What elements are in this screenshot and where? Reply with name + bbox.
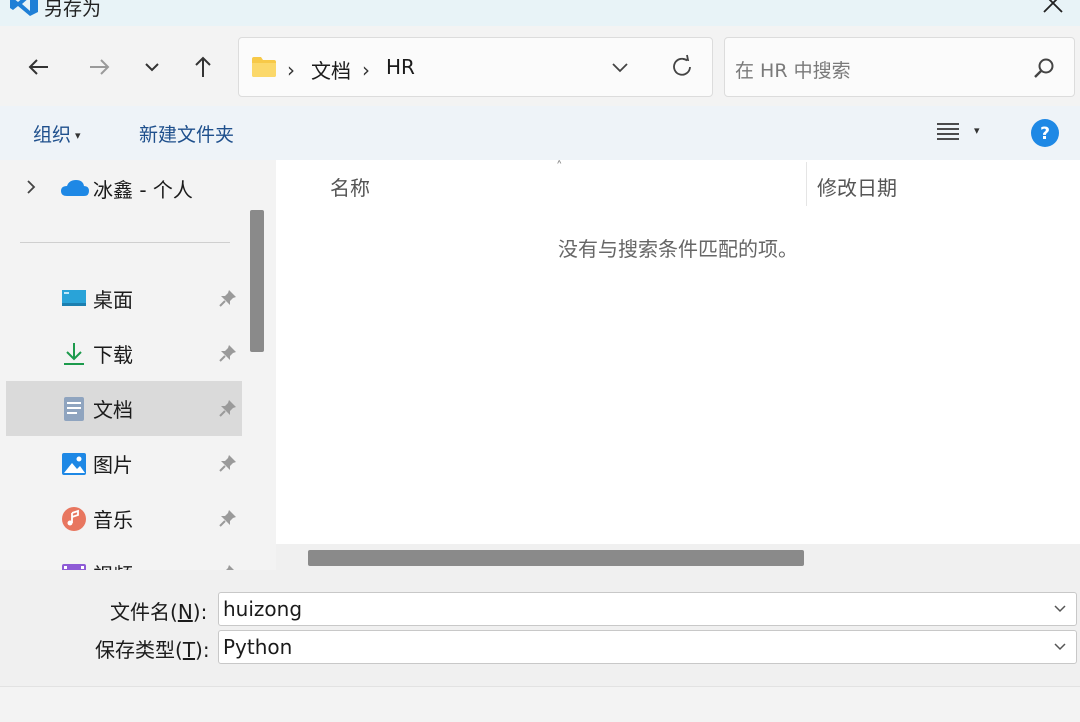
sort-caret-up-icon: ˄ bbox=[556, 160, 563, 175]
pin-icon[interactable] bbox=[218, 453, 238, 473]
pin-icon[interactable] bbox=[218, 343, 238, 363]
arrow-right-icon bbox=[90, 59, 110, 75]
close-icon[interactable] bbox=[1038, 0, 1068, 20]
address-history-chevron-icon[interactable] bbox=[609, 58, 631, 78]
view-options-caret-icon[interactable]: ▾ bbox=[974, 124, 980, 137]
onedrive-cloud-icon bbox=[61, 180, 89, 196]
sidebar-item-label: 文档 bbox=[93, 398, 133, 422]
sidebar-divider bbox=[20, 242, 230, 243]
pin-icon[interactable] bbox=[218, 288, 238, 308]
refresh-icon[interactable] bbox=[669, 54, 695, 80]
address-bar[interactable]: › 文档 › HR bbox=[238, 37, 713, 97]
breadcrumb-separator-icon: › bbox=[287, 58, 295, 82]
file-type-select[interactable]: Python bbox=[218, 630, 1077, 664]
arrow-left-icon bbox=[28, 59, 48, 75]
command-bar: 组织 ▾ 新建文件夹 ▾ ? bbox=[0, 106, 1080, 160]
chevron-right-icon[interactable] bbox=[22, 178, 40, 196]
pictures-icon bbox=[62, 453, 86, 475]
sidebar-item-pictures[interactable]: 图片 bbox=[6, 436, 242, 491]
navigation-pane: 冰鑫 - 个人 桌面 下载 文档 图片 音乐 bbox=[0, 160, 272, 570]
sidebar-item-music[interactable]: 音乐 bbox=[6, 491, 242, 546]
forward-button[interactable] bbox=[85, 53, 113, 81]
breadcrumb-hr[interactable]: HR bbox=[386, 55, 415, 79]
sidebar-item-label: 视频 bbox=[93, 559, 133, 570]
filename-label: 文件名(N): bbox=[110, 596, 207, 625]
svg-text:?: ? bbox=[1040, 124, 1050, 144]
search-input[interactable]: 在 HR 中搜索 bbox=[724, 37, 1075, 97]
file-type-label-suffix: ): bbox=[195, 638, 210, 662]
file-list-pane[interactable]: ˄ 名称 修改日期 没有与搜索条件匹配的项。 bbox=[276, 160, 1080, 570]
column-header-name[interactable]: 名称 bbox=[330, 172, 370, 201]
filename-value: huizong bbox=[223, 597, 303, 621]
vscode-icon bbox=[10, 0, 38, 16]
arrow-up-icon bbox=[195, 56, 211, 77]
organize-label: 组织 bbox=[33, 124, 72, 146]
filename-field[interactable]: huizong bbox=[218, 592, 1077, 626]
new-folder-button[interactable]: 新建文件夹 bbox=[139, 120, 234, 147]
sidebar-item-onedrive[interactable]: 冰鑫 - 个人 bbox=[93, 174, 193, 203]
desktop-icon bbox=[62, 290, 86, 306]
sidebar-item-desktop[interactable]: 桌面 bbox=[6, 271, 242, 326]
horizontal-scrollbar-thumb[interactable] bbox=[308, 550, 804, 566]
search-icon bbox=[1034, 58, 1054, 78]
sidebar-item-label: 桌面 bbox=[93, 288, 133, 312]
pin-icon[interactable] bbox=[218, 563, 238, 570]
filename-access-key: N bbox=[177, 600, 193, 624]
sidebar-item-label: 图片 bbox=[93, 453, 133, 477]
sidebar-scrollbar-thumb[interactable] bbox=[250, 210, 264, 352]
sidebar-item-documents[interactable]: 文档 bbox=[6, 381, 242, 436]
documents-icon bbox=[64, 397, 84, 421]
sidebar-item-videos[interactable]: 视频 bbox=[6, 546, 242, 570]
navigation-row: › 文档 › HR 在 HR 中搜索 bbox=[0, 26, 1080, 106]
sidebar-item-downloads[interactable]: 下载 bbox=[6, 326, 242, 381]
caret-down-icon: ▾ bbox=[75, 129, 81, 142]
view-list-icon[interactable] bbox=[935, 120, 961, 144]
filename-label-suffix: ): bbox=[192, 600, 208, 624]
search-placeholder: 在 HR 中搜索 bbox=[735, 60, 851, 82]
file-type-label: 保存类型(T): bbox=[95, 634, 210, 663]
chevron-down-icon[interactable] bbox=[1052, 601, 1068, 617]
folder-icon bbox=[252, 57, 276, 77]
chevron-down-icon bbox=[145, 63, 159, 72]
pin-icon[interactable] bbox=[218, 398, 238, 418]
music-icon bbox=[62, 507, 86, 531]
organize-menu-button[interactable]: 组织 ▾ bbox=[33, 120, 81, 147]
sidebar-item-label: 音乐 bbox=[93, 508, 133, 532]
breadcrumb-documents[interactable]: 文档 bbox=[311, 55, 351, 84]
filename-label-text: 文件名( bbox=[110, 600, 178, 624]
title-bar: 另存为 bbox=[0, 0, 1080, 26]
up-button[interactable] bbox=[189, 53, 217, 81]
file-type-access-key: T bbox=[182, 638, 196, 662]
download-icon bbox=[64, 343, 84, 365]
column-divider[interactable] bbox=[806, 162, 807, 206]
back-button[interactable] bbox=[25, 53, 53, 81]
file-type-label-text: 保存类型( bbox=[95, 638, 183, 662]
chevron-down-icon[interactable] bbox=[1052, 639, 1068, 655]
window-title: 另存为 bbox=[44, 0, 102, 20]
pin-icon[interactable] bbox=[218, 508, 238, 528]
help-icon[interactable]: ? bbox=[1030, 118, 1060, 148]
sidebar-item-label: 下载 bbox=[93, 343, 133, 367]
column-header-date[interactable]: 修改日期 bbox=[817, 172, 897, 201]
breadcrumb-separator-icon: › bbox=[362, 58, 370, 82]
videos-icon bbox=[62, 564, 86, 570]
empty-state-message: 没有与搜索条件匹配的项。 bbox=[558, 237, 798, 261]
file-type-value: Python bbox=[223, 635, 293, 659]
recent-locations-button[interactable] bbox=[138, 53, 166, 81]
dialog-footer bbox=[0, 686, 1080, 722]
